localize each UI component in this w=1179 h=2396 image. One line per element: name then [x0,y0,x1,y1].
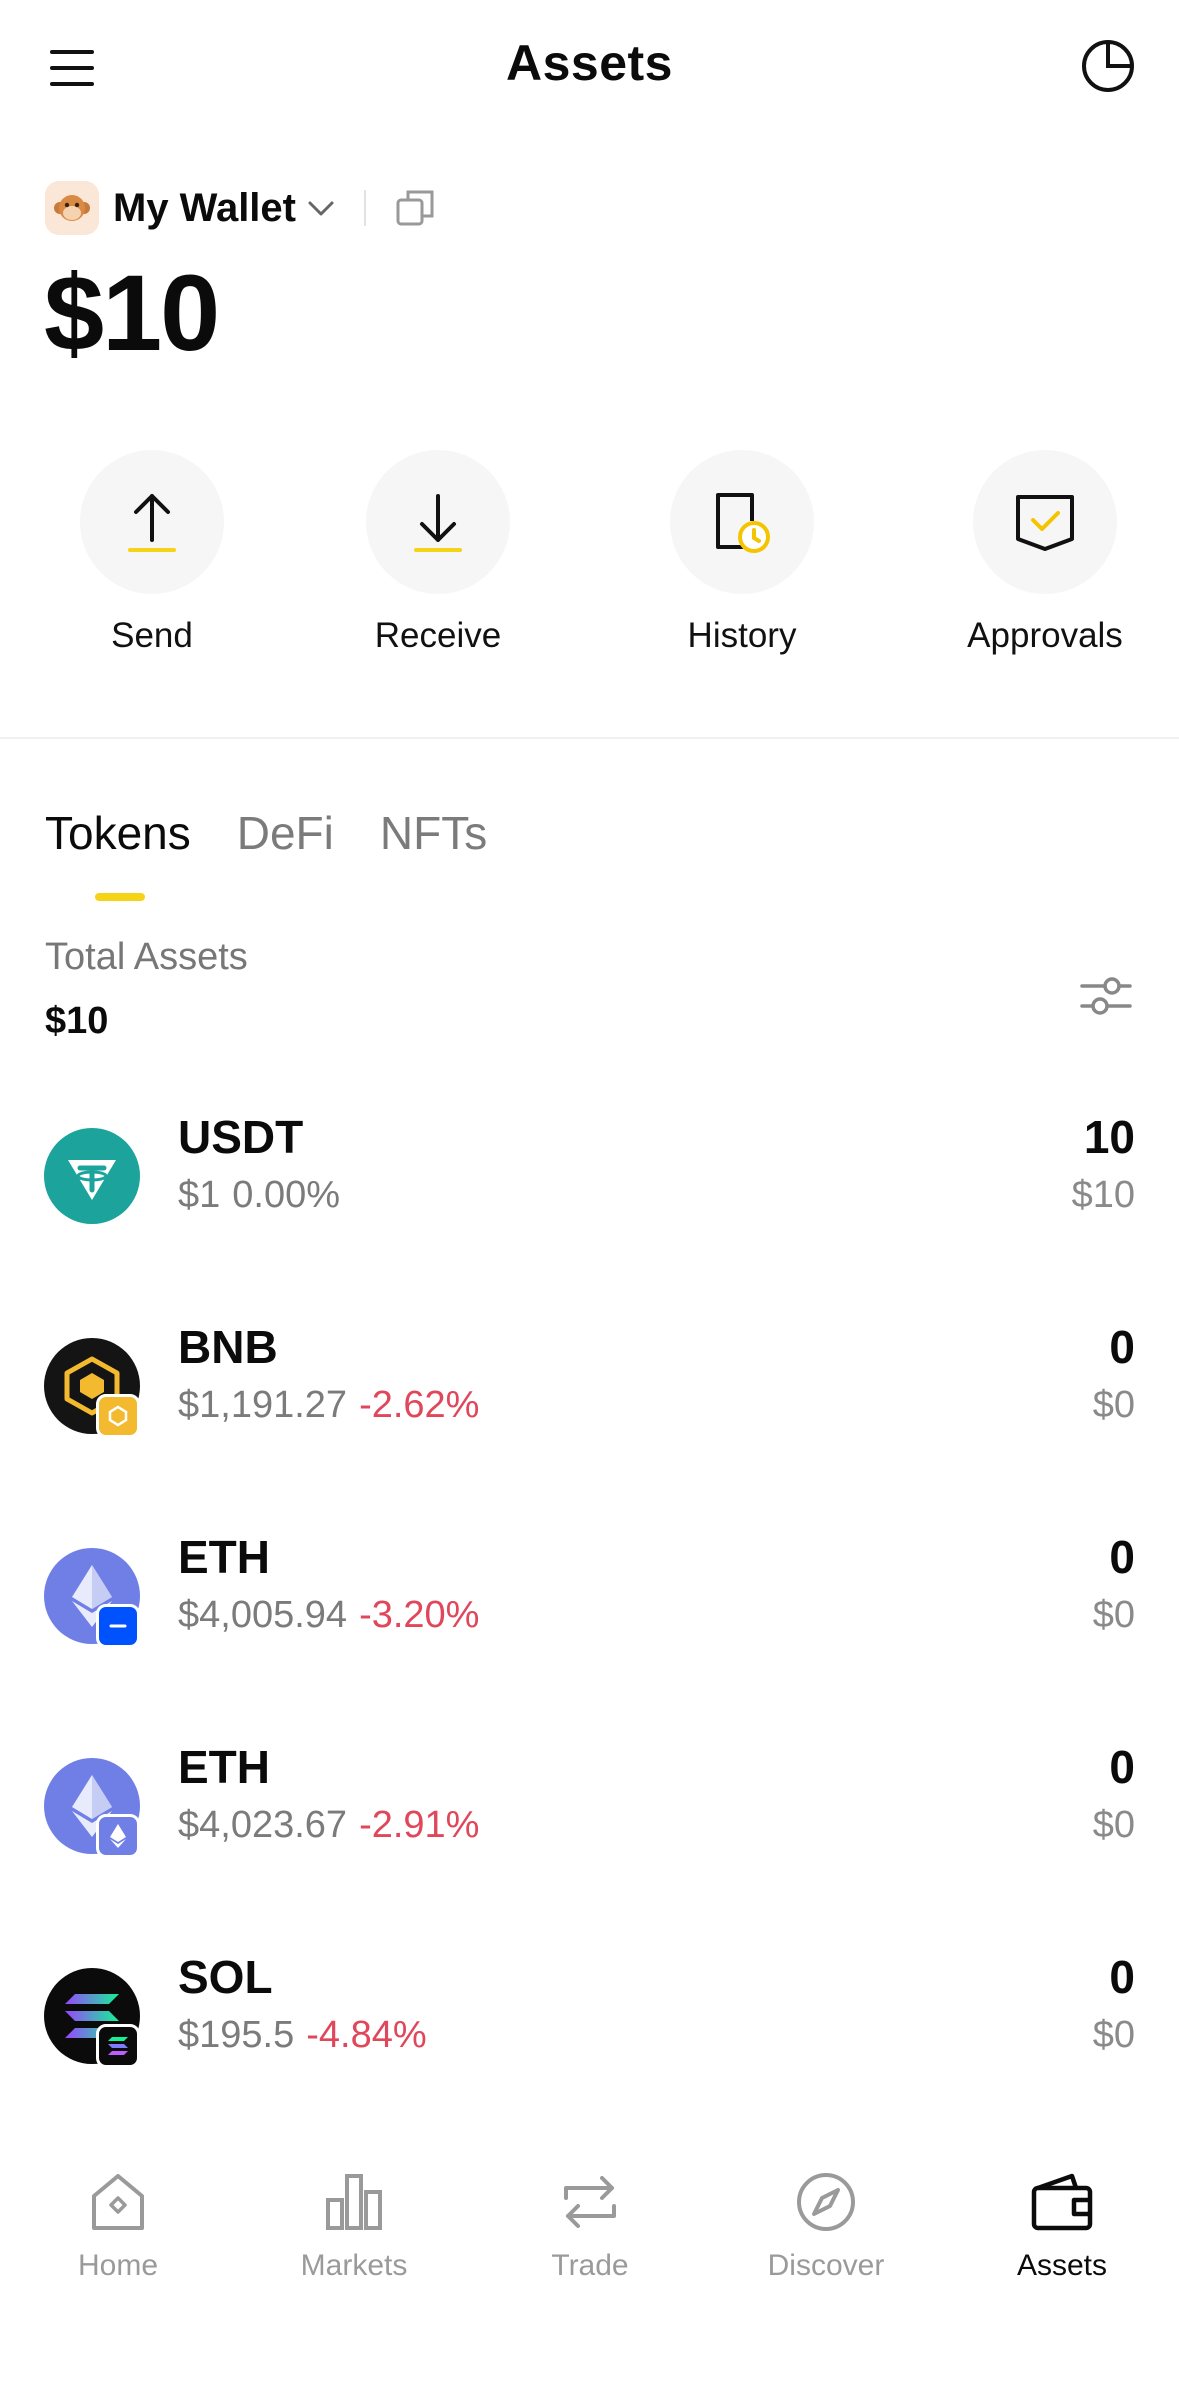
token-value: $0 [1092,1384,1135,1426]
token-price: $195.5 -4.84% [178,2014,427,2057]
price-change: -2.62% [359,1384,480,1426]
token-amount: 10 [1083,1111,1135,1163]
arrow-up-icon [128,494,176,552]
token-symbol: ETH [178,1741,270,1793]
pie-chart-icon [1082,40,1134,92]
compass-icon [797,2173,855,2231]
monkey-avatar-icon [54,195,90,221]
page-title: Assets [506,35,673,91]
trade-swap-icon [564,2176,616,2228]
nav-discover[interactable]: Discover [708,2170,944,2283]
arrow-down-icon [414,494,462,552]
tab-defi[interactable]: DeFi [237,806,334,860]
total-assets-value: $10 [45,1000,109,1042]
price-value: $195.5 [178,2014,295,2056]
nav-label: Assets [1016,2249,1108,2282]
approvals-label: Approvals [967,616,1123,655]
token-row-eth-mainnet[interactable]: ETH $4,023.67 -2.91% 0 $0 [0,1741,1179,1908]
wallet-name: My Wallet [113,185,296,230]
total-balance: $10 [44,252,220,373]
history-icon [716,493,770,553]
token-amount: 0 [1109,1321,1135,1373]
nav-label: Trade [551,2249,629,2282]
token-price: $1 0.00% [178,1174,340,1217]
price-value: $4,005.94 [178,1594,348,1636]
wallet-selector[interactable]: My Wallet [45,180,438,236]
nav-label: Discover [767,2249,885,2282]
receive-label: Receive [374,616,502,655]
nav-home[interactable]: Home [0,2170,236,2283]
token-value: $10 [1071,1174,1135,1216]
token-symbol: SOL [178,1951,273,2003]
token-value: $0 [1092,2014,1135,2056]
token-symbol: BNB [178,1321,278,1373]
tether-icon [68,1160,116,1200]
bnb-chain-icon [108,1405,128,1427]
price-change: -2.91% [359,1804,480,1846]
nav-assets[interactable]: Assets [944,2170,1179,2283]
tab-tokens[interactable]: Tokens [45,806,191,860]
send-button[interactable]: Send [0,450,304,656]
tab-active-indicator [95,893,145,901]
price-value: $1 [178,1174,221,1216]
price-value: $4,023.67 [178,1804,348,1846]
nav-label: Markets [300,2249,408,2282]
section-divider [0,737,1179,739]
history-label: History [687,616,797,655]
approvals-button[interactable]: Approvals [893,450,1179,656]
price-change: -4.84% [306,2014,427,2056]
asset-tabs: Tokens DeFi NFTs [45,806,487,860]
token-price: $4,023.67 -2.91% [178,1804,479,1847]
send-label: Send [111,616,193,655]
approvals-icon [1016,495,1074,551]
price-change: 0.00% [232,1174,341,1216]
wallet-avatar [45,181,99,235]
base-chain-badge [96,1604,140,1648]
receive-button[interactable]: Receive [286,450,590,656]
price-change: -3.20% [359,1594,480,1636]
solana-chain-icon [108,2037,128,2055]
token-symbol: ETH [178,1531,270,1583]
history-button[interactable]: History [590,450,894,656]
tab-nfts[interactable]: NFTs [380,806,487,860]
usdt-logo [44,1128,140,1224]
nav-markets[interactable]: Markets [236,2170,472,2283]
copy-icon[interactable] [394,186,438,230]
chevron-down-icon [308,201,334,216]
token-row-bnb[interactable]: BNB $1,191.27 -2.62% 0 $0 [0,1321,1179,1488]
ethereum-chain-icon [110,1824,126,1848]
token-row-usdt[interactable]: USDT $1 0.00% 10 $10 [0,1111,1179,1278]
token-row-sol[interactable]: SOL $195.5 -4.84% 0 $0 [0,1951,1179,2118]
nav-trade[interactable]: Trade [472,2170,708,2283]
price-value: $1,191.27 [178,1384,348,1426]
ethereum-chain-badge [96,1814,140,1858]
token-price: $1,191.27 -2.62% [178,1384,479,1427]
token-amount: 0 [1109,1951,1135,2003]
nav-label: Home [77,2249,159,2282]
token-amount: 0 [1109,1741,1135,1793]
markets-bar-chart-icon [326,2174,382,2230]
token-price: $4,005.94 -3.20% [178,1594,479,1637]
token-value: $0 [1092,1594,1135,1636]
portfolio-chart-button[interactable] [1078,36,1138,96]
base-chain-icon [109,1624,127,1628]
home-icon [92,2174,144,2230]
wallet-icon [1031,2173,1093,2231]
separator [364,190,366,226]
token-amount: 0 [1109,1531,1135,1583]
token-symbol: USDT [178,1111,304,1163]
token-row-eth-base[interactable]: ETH $4,005.94 -3.20% 0 $0 [0,1531,1179,1698]
token-value: $0 [1092,1804,1135,1846]
solana-chain-badge [96,2024,140,2068]
bnb-chain-badge [96,1394,140,1438]
filter-button[interactable] [1076,966,1136,1026]
total-assets-label: Total Assets [45,936,248,978]
filter-sliders-icon [1080,977,1132,1015]
bottom-nav: Home Markets Trade Discover Assets [0,2130,1179,2396]
